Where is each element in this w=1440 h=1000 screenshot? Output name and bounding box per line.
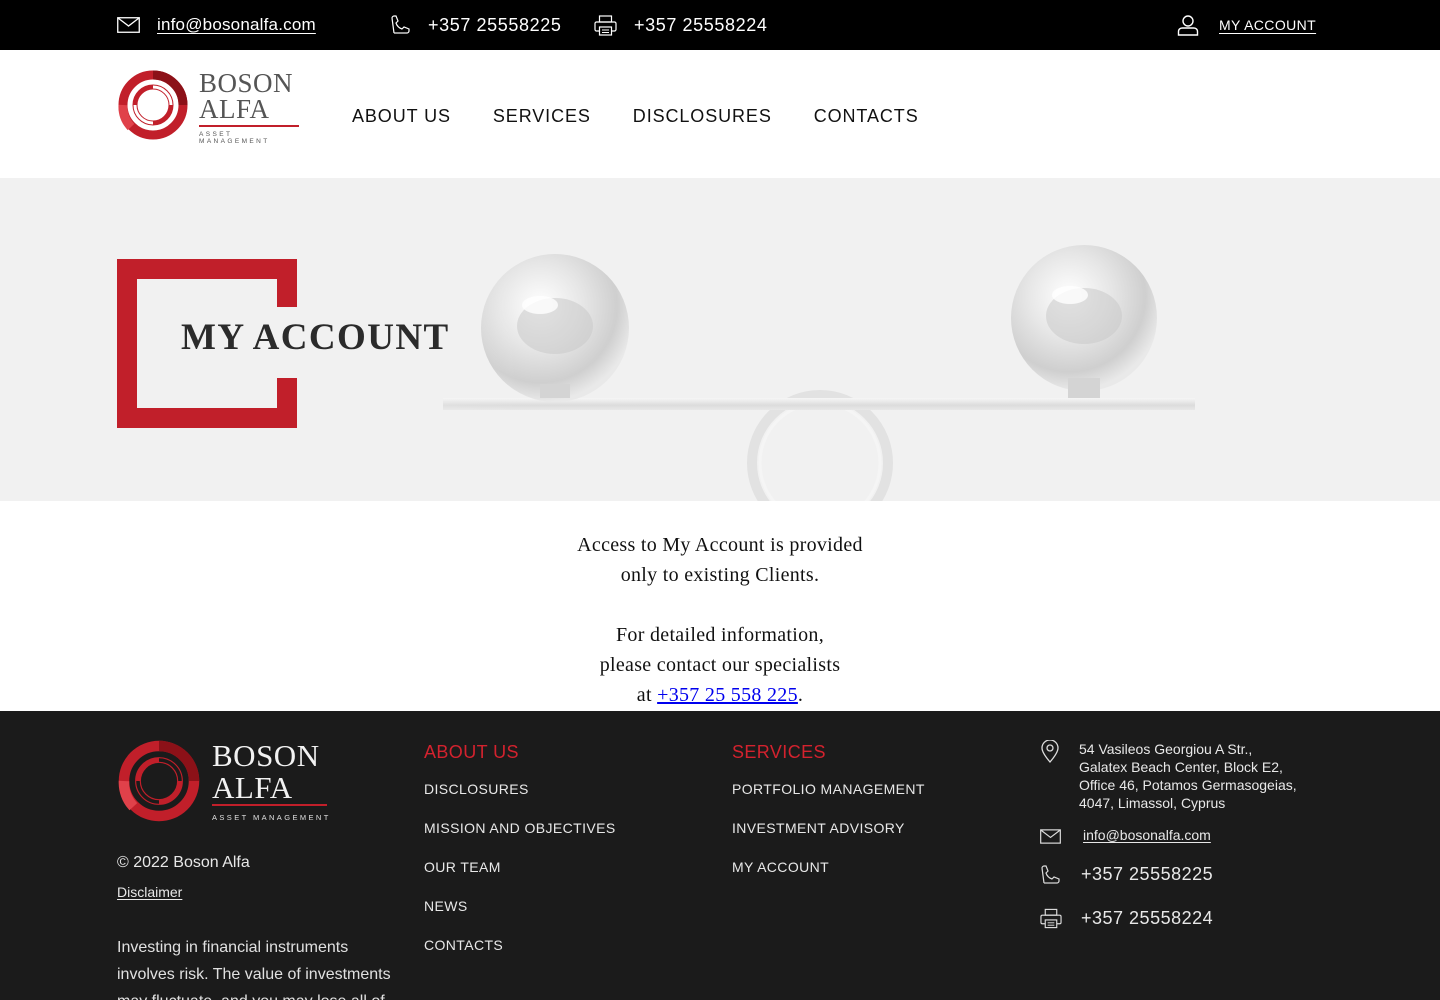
- footer-phone-number[interactable]: +357 25558225: [1081, 864, 1213, 885]
- logo-line2: ALFA: [199, 94, 270, 124]
- address-line-2: Galatex Beach Center, Block E2,: [1079, 759, 1283, 775]
- footer-email-link[interactable]: info@bosonalfa.com: [1083, 827, 1211, 843]
- site-header: BOSON ALFA ASSET MANAGEMENT ABOUT US SER…: [0, 50, 1440, 178]
- address-line-3: Office 46, Potamos Germasogeias,: [1079, 777, 1297, 793]
- info-line-5: at +357 25 558 225.: [0, 680, 1440, 710]
- page-hero: MY ACCOUNT: [0, 178, 1440, 501]
- footer-fax-number[interactable]: +357 25558224: [1081, 908, 1213, 929]
- info-line-5-suffix: .: [797, 684, 804, 706]
- envelope-icon: [117, 17, 140, 33]
- footer-brand-logo[interactable]: BOSON ALFA ASSET MANAGEMENT: [117, 739, 332, 825]
- main-nav: ABOUT US SERVICES DISCLOSURES CONTACTS: [352, 106, 961, 127]
- info-line-3: For detailed information,: [615, 624, 824, 646]
- top-email[interactable]: info@bosonalfa.com: [117, 0, 316, 50]
- nav-services[interactable]: SERVICES: [493, 106, 591, 127]
- footer-link-my-account[interactable]: MY ACCOUNT: [732, 858, 925, 897]
- footer-link-contacts[interactable]: CONTACTS: [424, 936, 616, 975]
- footer-services-title[interactable]: SERVICES: [732, 742, 925, 763]
- footer-link-portfolio-management[interactable]: PORTFOLIO MANAGEMENT: [732, 780, 925, 819]
- footer-link-mission[interactable]: MISSION AND OBJECTIVES: [424, 819, 616, 858]
- footer-about-title[interactable]: ABOUT US: [424, 742, 616, 763]
- user-icon: [1177, 14, 1199, 36]
- logo-rule: [199, 125, 299, 127]
- footer-about-column: ABOUT US DISCLOSURES MISSION AND OBJECTI…: [424, 742, 616, 975]
- top-fax[interactable]: +357 25558224: [594, 0, 767, 50]
- envelope-icon: [1040, 829, 1061, 849]
- my-account-link[interactable]: MY ACCOUNT: [1219, 17, 1316, 33]
- address-line-1: 54 Vasileos Georgiou A Str.,: [1079, 741, 1253, 757]
- footer-logo-rule: [212, 804, 327, 806]
- footer-link-our-team[interactable]: OUR TEAM: [424, 858, 616, 897]
- footer-logo-line1: BOSON: [212, 738, 320, 773]
- top-account[interactable]: MY ACCOUNT: [1177, 0, 1316, 50]
- top-bar: info@bosonalfa.com +357 25558225 +357 25…: [0, 0, 1440, 50]
- account-info-text: Access to My Account is provided only to…: [0, 530, 1440, 710]
- top-phone[interactable]: +357 25558225: [390, 0, 561, 50]
- footer-link-disclosures[interactable]: DISCLOSURES: [424, 780, 616, 819]
- specialist-phone-link[interactable]: +357 25 558 225: [657, 684, 798, 706]
- info-line-1: Access to My Account is provided: [577, 534, 863, 556]
- logo-line1: BOSON: [199, 68, 294, 98]
- brand-logo[interactable]: BOSON ALFA ASSET MANAGEMENT: [117, 68, 302, 145]
- top-fax-number[interactable]: +357 25558224: [634, 15, 767, 36]
- logo-swirl-icon: [118, 740, 200, 822]
- site-footer: BOSON ALFA ASSET MANAGEMENT © 2022 Boson…: [0, 711, 1440, 1000]
- phone-icon: [1040, 865, 1061, 891]
- info-line-5-prefix: at: [636, 684, 658, 706]
- footer-link-news[interactable]: NEWS: [424, 897, 616, 936]
- footer-logo-tagline: ASSET MANAGEMENT: [212, 813, 331, 822]
- risk-warning: Investing in financial instruments invol…: [117, 939, 391, 1000]
- top-phone-number[interactable]: +357 25558225: [428, 15, 561, 36]
- nav-contacts[interactable]: CONTACTS: [814, 106, 919, 127]
- location-pin-icon: [1040, 739, 1060, 769]
- disclaimer-link[interactable]: Disclaimer: [117, 884, 182, 900]
- footer-link-investment-advisory[interactable]: INVESTMENT ADVISORY: [732, 819, 925, 858]
- footer-logo-line2: ALFA: [212, 770, 293, 805]
- page-title: MY ACCOUNT: [181, 317, 450, 358]
- fax-icon: [594, 14, 617, 36]
- fax-icon: [1040, 908, 1062, 934]
- logo-tagline: ASSET MANAGEMENT: [199, 131, 270, 145]
- footer-services-column: SERVICES PORTFOLIO MANAGEMENT INVESTMENT…: [732, 742, 925, 897]
- copyright: © 2022 Boson Alfa: [117, 854, 250, 871]
- info-line-2: only to existing Clients.: [620, 564, 820, 586]
- phone-icon: [390, 14, 411, 36]
- info-line-4: please contact our specialists: [599, 654, 841, 676]
- top-email-link[interactable]: info@bosonalfa.com: [157, 15, 316, 35]
- nav-about-us[interactable]: ABOUT US: [352, 106, 451, 127]
- logo-swirl-icon: [118, 70, 188, 140]
- address-line-4: 4047, Limassol, Cyprus: [1079, 795, 1226, 811]
- nav-disclosures[interactable]: DISCLOSURES: [633, 106, 772, 127]
- office-address: 54 Vasileos Georgiou A Str., Galatex Bea…: [1079, 740, 1297, 812]
